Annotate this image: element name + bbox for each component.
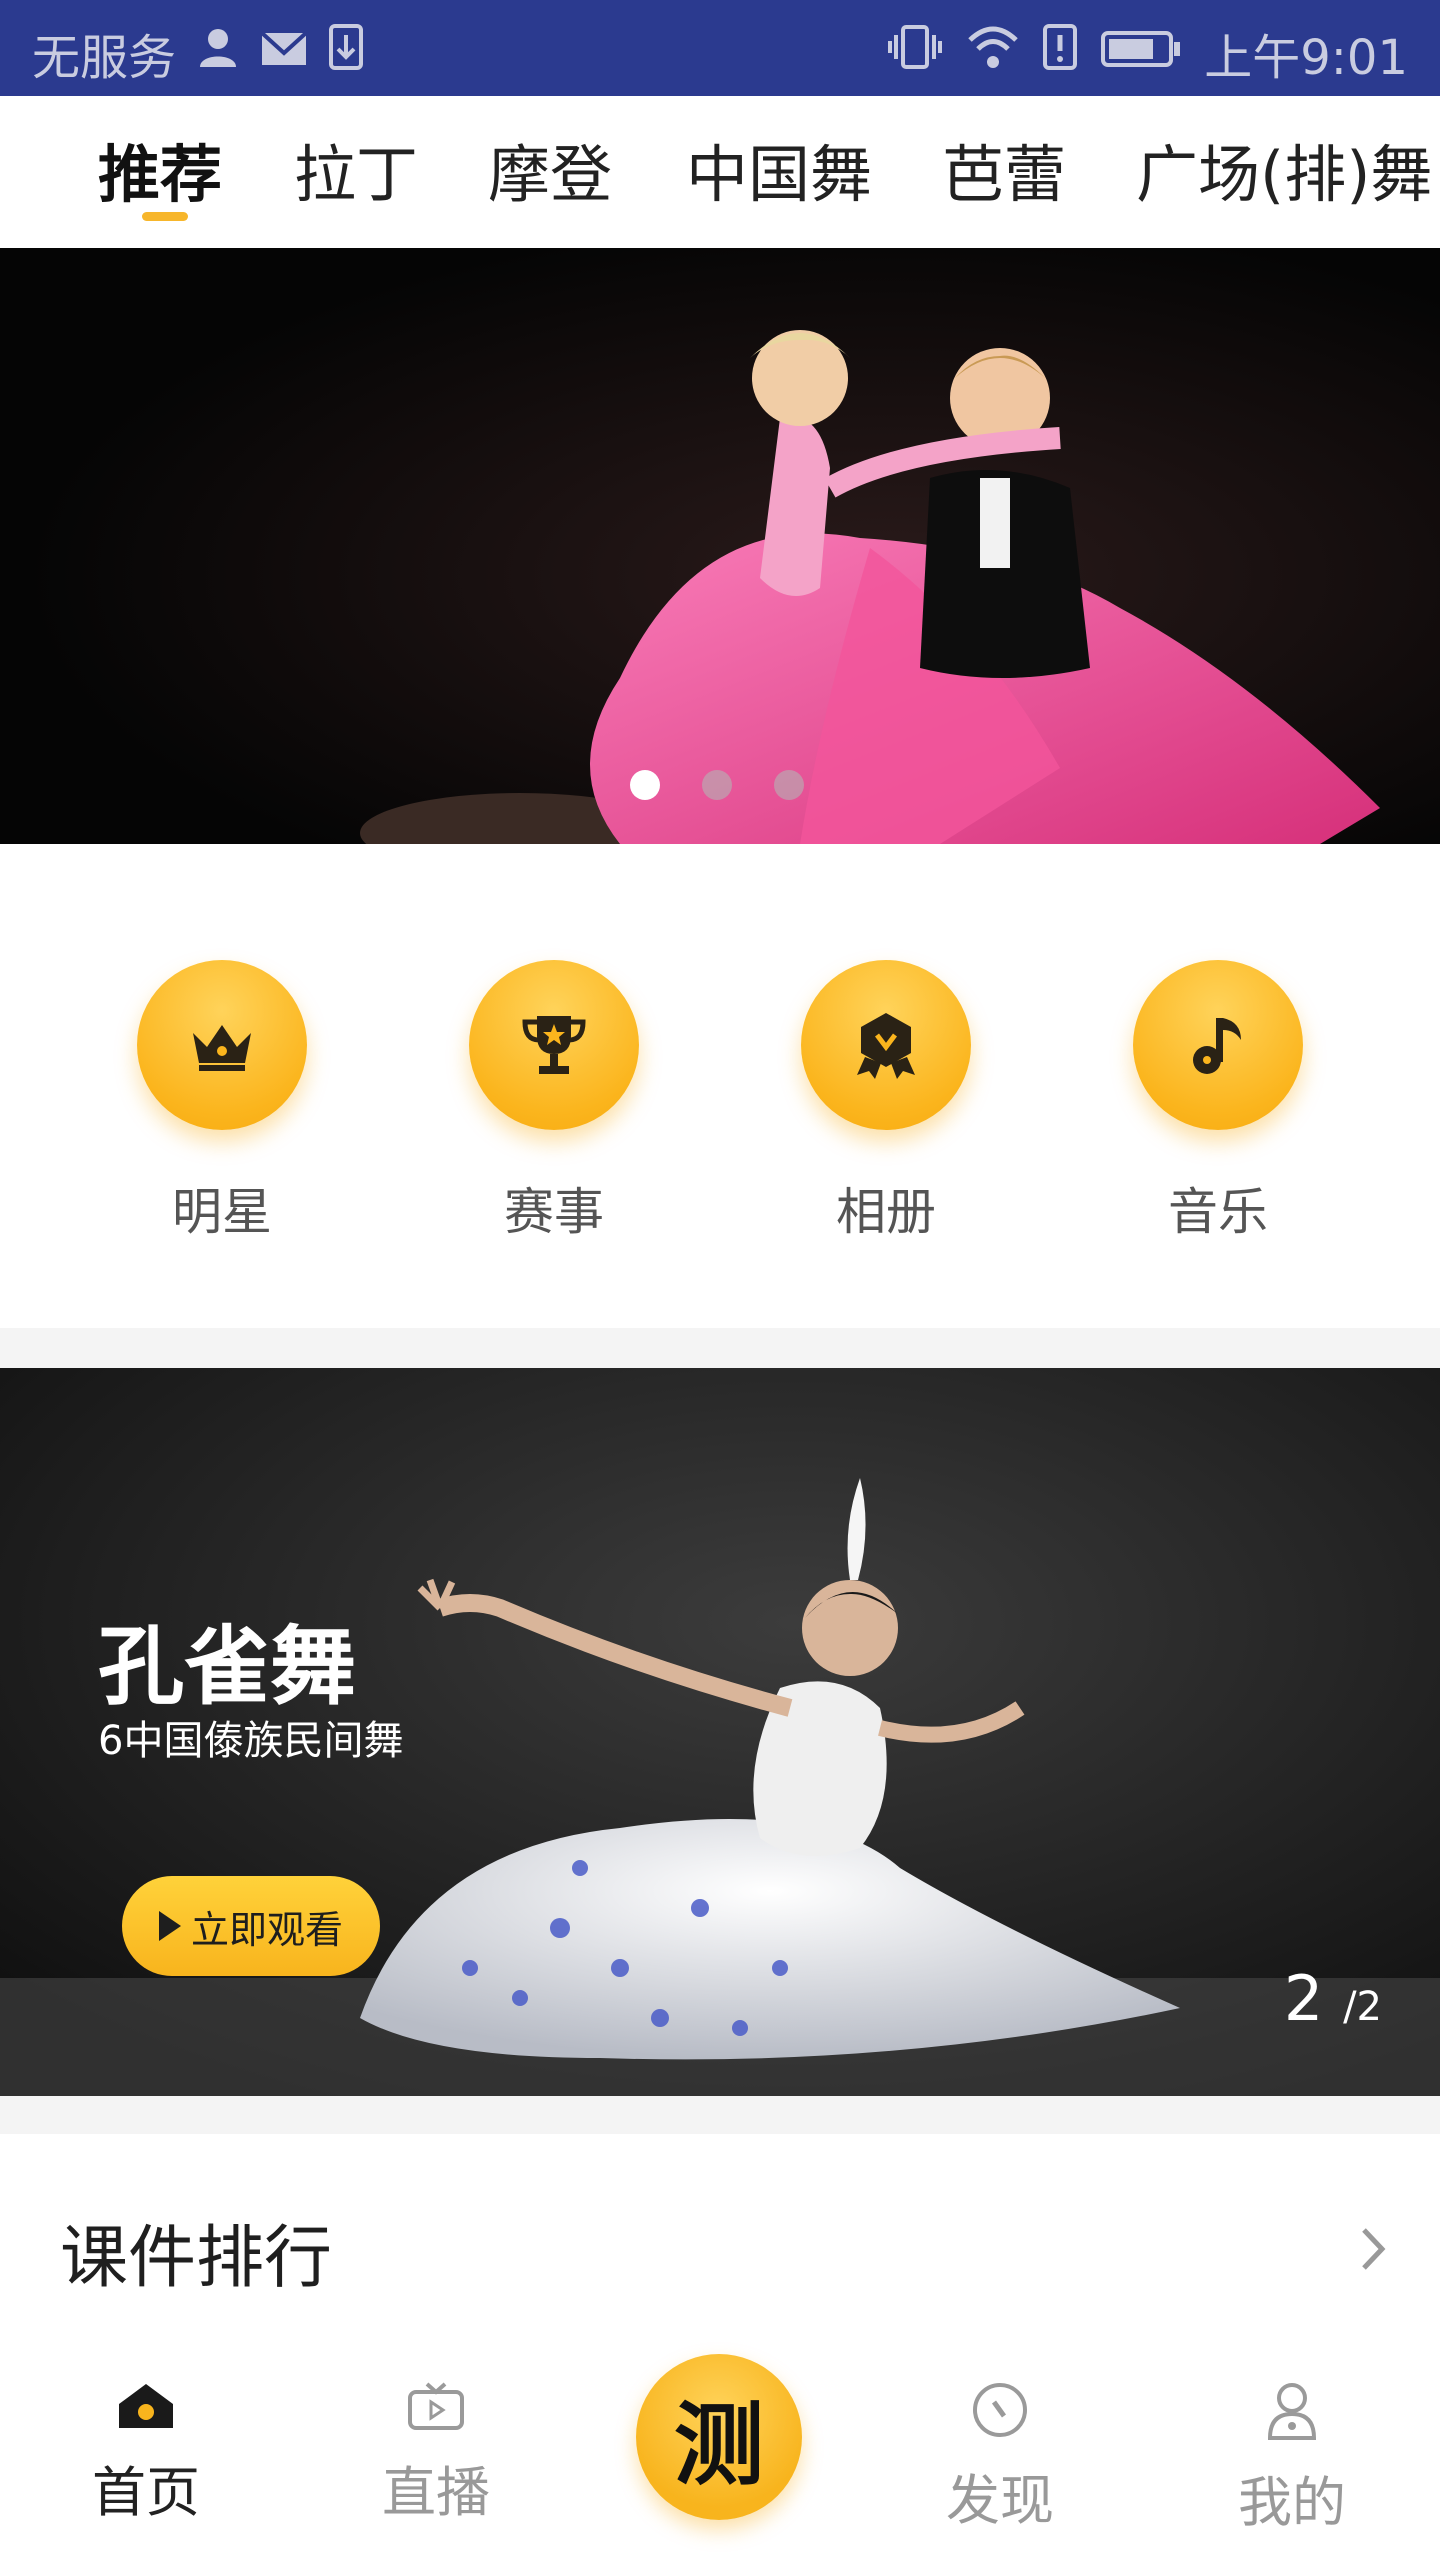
active-tab-indicator <box>142 212 188 221</box>
ballroom-couple-image <box>0 248 1440 844</box>
quick-link-label: 相册 <box>836 1183 936 1241</box>
center-action-icon: 测 <box>674 2393 764 2498</box>
nav-label: 首页 <box>92 2461 200 2524</box>
carousel-dot[interactable] <box>702 770 732 800</box>
center-action-button[interactable]: 测 <box>636 2354 802 2520</box>
nav-live[interactable]: 直播 <box>346 2380 526 2527</box>
music-note-icon <box>1133 960 1303 1130</box>
page-indicator: 2 /2 <box>1284 1962 1382 2035</box>
wifi-icon <box>966 24 1020 82</box>
quick-link-label: 音乐 <box>1168 1183 1268 1241</box>
nav-label: 发现 <box>946 2469 1054 2532</box>
quick-link-album[interactable]: 相册 <box>786 960 986 1244</box>
watch-now-label: 立即观看 <box>190 1907 343 1952</box>
chevron-right-icon[interactable] <box>1358 2224 1388 2278</box>
featured-video-card[interactable]: 孔雀舞 6中国傣族民间舞 立即观看 2 /2 <box>0 1368 1440 2096</box>
tab-ballet[interactable]: 芭蕾 <box>942 124 1066 214</box>
section-title: 课件排行 <box>60 2219 333 2298</box>
crown-icon <box>137 960 307 1130</box>
tab-chinese-dance[interactable]: 中国舞 <box>686 124 872 214</box>
home-icon <box>119 2384 173 2428</box>
nav-label: 直播 <box>382 2461 490 2524</box>
nav-profile[interactable]: 我的 <box>1202 2380 1382 2537</box>
quick-links: 明星 赛事 相册 音乐 <box>0 844 1440 1328</box>
quick-link-stars[interactable]: 明星 <box>122 960 322 1244</box>
play-icon <box>158 1911 181 1941</box>
page-current: 2 <box>1283 1962 1324 2035</box>
quick-link-music[interactable]: 音乐 <box>1118 960 1318 1244</box>
medal-icon <box>801 960 971 1130</box>
tab-latin[interactable]: 拉丁 <box>294 124 418 214</box>
user-icon <box>196 25 240 81</box>
carousel-indicator <box>630 770 804 800</box>
clock: 上午9:01 <box>1204 30 1408 86</box>
feature-subtitle: 6中国傣族民间舞 <box>98 1718 404 1764</box>
tab-modern[interactable]: 摩登 <box>488 124 612 214</box>
nav-label: 我的 <box>1238 2471 1346 2534</box>
carousel-dot[interactable] <box>774 770 804 800</box>
alert-icon <box>1042 23 1078 83</box>
mail-icon <box>260 25 308 81</box>
quick-link-events[interactable]: 赛事 <box>454 960 654 1244</box>
battery-icon <box>1100 25 1182 81</box>
status-bar: 无服务 上午9:01 <box>0 0 1440 96</box>
vibrate-icon <box>886 23 944 83</box>
feature-title: 孔雀舞 <box>98 1617 356 1717</box>
category-tabs: 推荐 拉丁 摩登 中国舞 芭蕾 广场(排)舞 <box>0 96 1440 248</box>
carrier-label: 无服务 <box>32 30 177 86</box>
trophy-icon <box>469 960 639 1130</box>
nav-discover[interactable]: 发现 <box>910 2380 1090 2535</box>
compass-icon <box>973 2383 1027 2437</box>
profile-icon <box>1267 2383 1317 2440</box>
tab-recommended[interactable]: 推荐 <box>98 124 222 214</box>
nav-home[interactable]: 首页 <box>56 2380 236 2527</box>
bottom-navigation: 首页 直播 测 发现 我的 <box>0 2322 1440 2560</box>
tv-icon <box>408 2382 464 2430</box>
quick-link-label: 明星 <box>172 1183 272 1241</box>
banner-carousel[interactable] <box>0 248 1440 844</box>
tab-square-dance[interactable]: 广场(排)舞 <box>1136 124 1432 214</box>
carousel-dot[interactable] <box>630 770 660 800</box>
download-icon <box>328 23 364 83</box>
quick-link-label: 赛事 <box>504 1183 604 1241</box>
page-total: /2 <box>1343 1984 1382 2030</box>
watch-now-button[interactable]: 立即观看 <box>122 1876 380 1976</box>
